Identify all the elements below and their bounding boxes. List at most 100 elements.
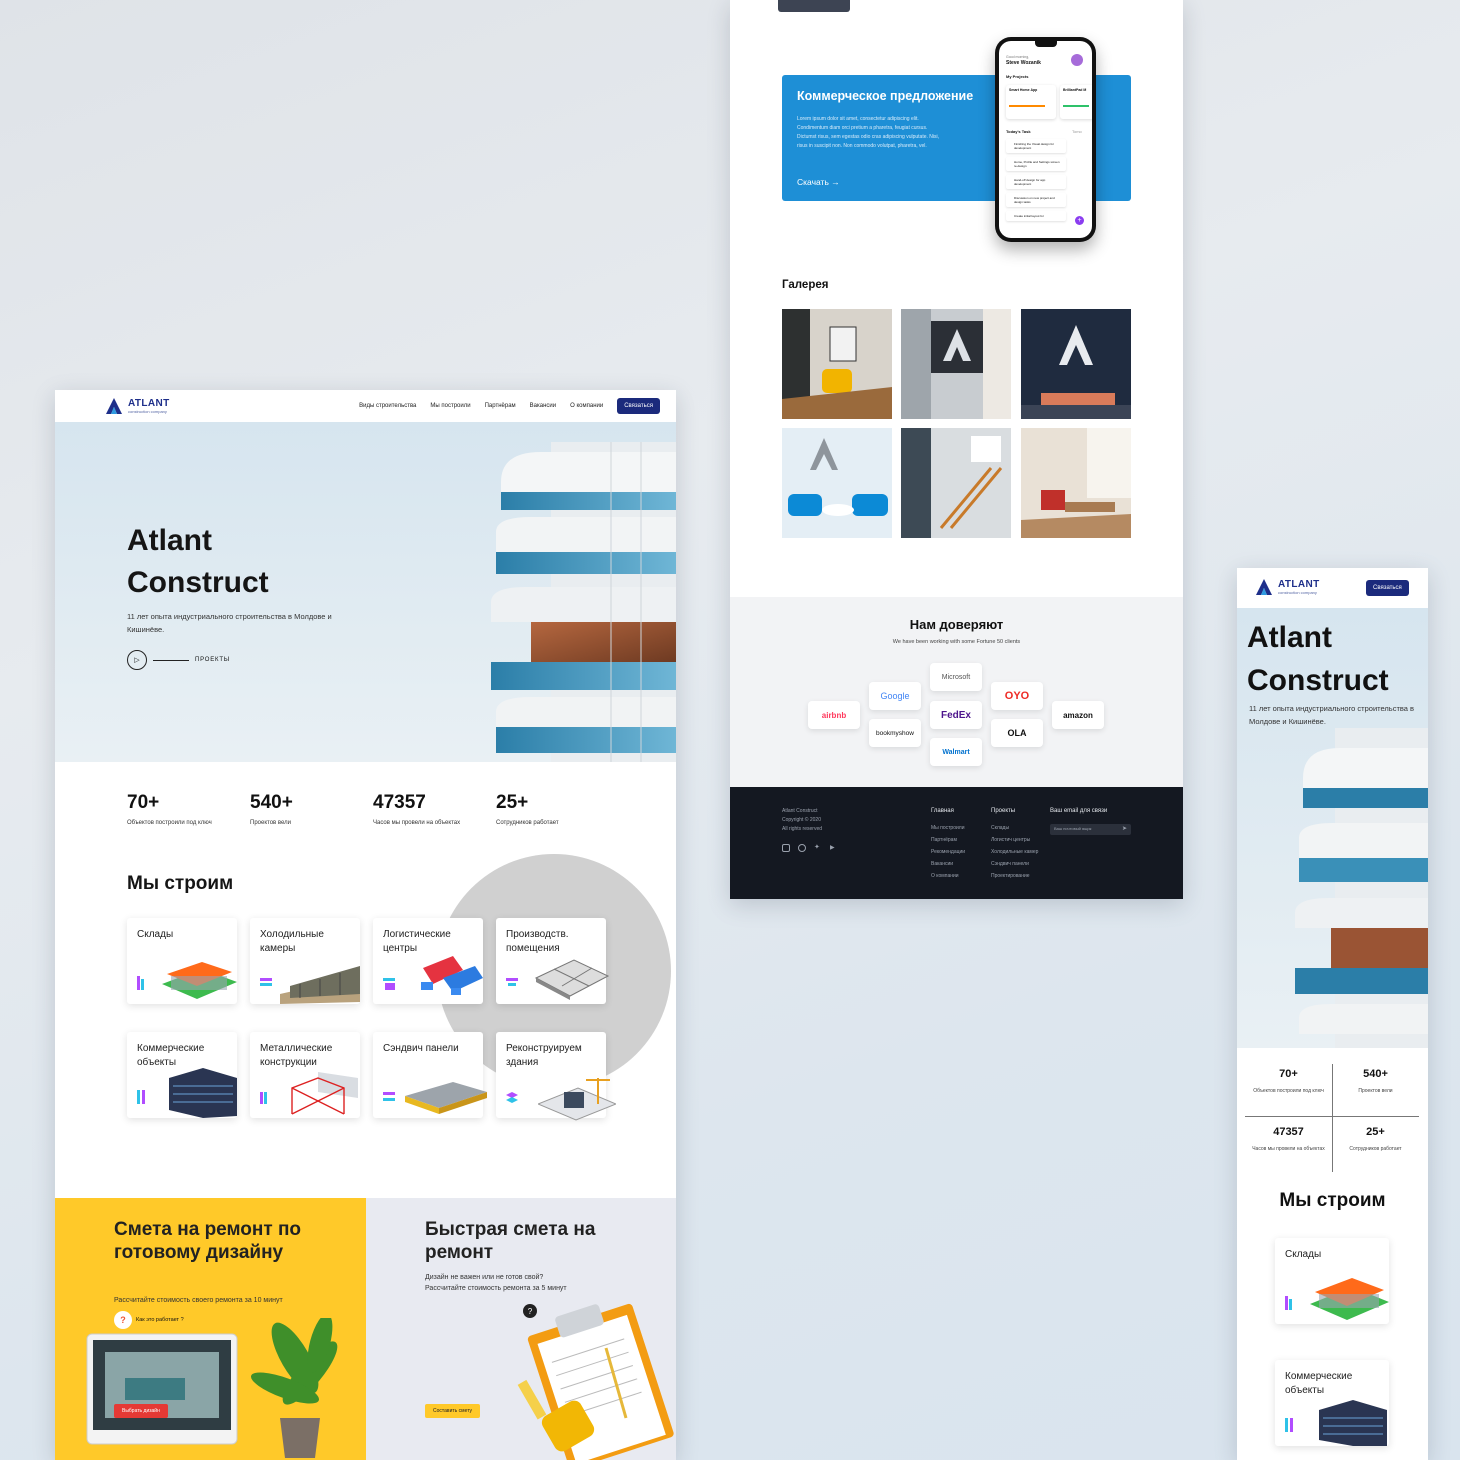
phone-task: Hand-off design for app development [1006,175,1066,189]
gallery-photo[interactable] [901,309,1011,419]
cold-storage-image [280,966,360,1004]
phone-task: Home, Profile and Settings screen re-des… [1006,157,1066,171]
footer-link[interactable]: Вакансии [931,858,953,870]
phone-task: Finishing the Visual design for developm… [1006,139,1066,153]
footer-link[interactable]: Сэндвич панели [991,858,1029,870]
warehouse-image [1310,1278,1389,1320]
nav-item-vacancies[interactable]: Вакансии [530,403,556,409]
category-icon [260,1092,267,1104]
building-image [491,442,676,762]
social-links: ✦ ▶ [782,844,838,852]
stat-value: 25+ [1366,1126,1385,1138]
nav-item-built[interactable]: Мы построили [430,403,470,409]
service-card-commercial[interactable]: Коммерческие объекты [127,1032,237,1118]
gallery-photo[interactable] [1021,428,1131,538]
estimate-ready-title: Смета на ремонт по готовому дизайну [114,1219,302,1263]
service-card-sandwich[interactable]: Сэндвич панели [373,1032,487,1118]
client-logo-amazon: amazon [1052,701,1104,729]
phone-task-list: Finishing the Visual design for developm… [1006,139,1066,221]
gallery-photo[interactable] [782,428,892,538]
category-icon [383,1092,395,1101]
building-image [1295,728,1428,1048]
service-card-commercial[interactable]: Коммерческие объекты [1275,1360,1389,1446]
hero-subtitle: 11 лет опыта индустриального строительст… [1249,704,1415,726]
gallery-photo[interactable] [782,309,892,419]
footer-link[interactable]: Проектирование [991,870,1030,882]
logo-tagline: construction company [128,408,167,414]
pinterest-icon[interactable] [798,844,806,852]
footer-email-title: Ваш email для связи [1050,808,1108,814]
service-card-label: Склады [1285,1249,1322,1260]
clients-subtitle: We have been working with some Fortune 5… [892,639,1021,645]
service-card-reconstruction[interactable]: Реконструируем здания [496,1032,616,1121]
office-building-image [169,1068,237,1118]
stats-row: 70+ Объектов построили под ключ 540+ Проек… [127,792,619,826]
hero-title-line2: Construct [1247,664,1389,697]
clients-title: Нам доверяют [909,617,1004,632]
choose-design-button[interactable]: Выбрать дизайн [114,1404,168,1418]
mobile-stats: 70+ Объектов построили под ключ 540+ Проек… [1245,1048,1419,1173]
add-icon[interactable]: + [1075,216,1084,225]
layers-icon [506,1092,518,1103]
stat-item: 540+ Проектов вели [1332,1068,1419,1097]
footer-col2-title: Проекты [991,808,1016,814]
client-logo-google: Google [869,682,921,710]
instagram-icon[interactable] [782,844,790,852]
contact-button[interactable]: Связаться [1366,580,1409,596]
play-label: ПРОЕКТЫ [195,657,230,663]
stat-value: 70+ [1279,1068,1298,1080]
play-icon[interactable]: ▷ [127,650,147,670]
gallery-photo[interactable] [901,428,1011,538]
stat-value: 47357 [1273,1126,1304,1138]
stat-item: 70+ Объектов построили под ключ [1245,1068,1332,1097]
logo[interactable]: ATLANT construction company [105,397,170,415]
nav-item-about[interactable]: О компании [570,403,603,409]
send-icon[interactable]: ➤ [1122,825,1127,832]
service-card-warehouses[interactable]: Склады [1275,1238,1389,1324]
stat-item: 47357 Часов мы провели на объектах [373,792,496,826]
stat-item: 25+ Сотрудников работает [496,792,619,826]
laptop-plant-image [86,1318,338,1458]
service-card-label: Производств. помещения [506,929,569,954]
logo-icon [106,398,122,414]
service-card-metal[interactable]: Металлические конструкции [250,1032,360,1118]
offer-text: Lorem ipsum dolor sit amet, consectetur … [797,116,940,149]
projects-play-link[interactable]: ▷ ПРОЕКТЫ [127,650,230,670]
footer-link[interactable]: Мы построили [931,822,965,834]
stat-item: 70+ Объектов построили под ключ [127,792,250,826]
category-icon [1285,1296,1292,1310]
client-logo-walmart: Walmart [930,738,982,766]
service-card-cold-storage[interactable]: Холодильные камеры [250,918,360,1004]
youtube-icon[interactable]: ▶ [830,844,838,852]
category-icon [383,978,395,990]
footer-link[interactable]: Рекомендации [931,846,965,858]
stat-value: 25+ [496,792,529,813]
progress-bar [1009,105,1045,107]
gallery-photo[interactable] [1021,309,1131,419]
email-input[interactable]: Ваш почтовый ящик ➤ [1050,824,1131,835]
nav-item-types[interactable]: Виды строительства [359,403,416,409]
footer-link[interactable]: Партнёрам [931,834,957,846]
service-card-production[interactable]: Производств. помещения [496,918,610,1004]
stat-item: 25+ Сотрудников работает [1332,1126,1419,1155]
logo[interactable]: ATLANT construction company [1255,578,1320,596]
twitter-icon[interactable]: ✦ [814,844,822,852]
footer-link[interactable]: Холодильные камер [991,846,1038,858]
download-link[interactable]: Скачать → [797,177,840,187]
logo-name: ATLANT [1278,578,1320,590]
category-icon [1285,1418,1293,1432]
footer-link[interactable]: О компании [931,870,959,882]
avatar [1071,54,1083,66]
footer-link[interactable]: Склады [991,822,1009,834]
logo-icon [1256,579,1272,595]
contact-button[interactable]: Связаться [617,398,660,414]
make-estimate-button[interactable]: Составить смету [425,1404,481,1418]
service-card-logistics[interactable]: Логистические центры [373,918,483,1004]
hero-subtitle: 11 лет опыта индустриального строительст… [127,612,332,634]
stat-value: 70+ [127,792,160,813]
footer-link[interactable]: Логистич центры [991,834,1030,846]
footer-col1-title: Главная [931,808,954,814]
office-building-image [1319,1400,1387,1446]
nav-item-partners[interactable]: Партнёрам [485,403,516,409]
service-card-warehouses[interactable]: Склады [127,918,237,1004]
